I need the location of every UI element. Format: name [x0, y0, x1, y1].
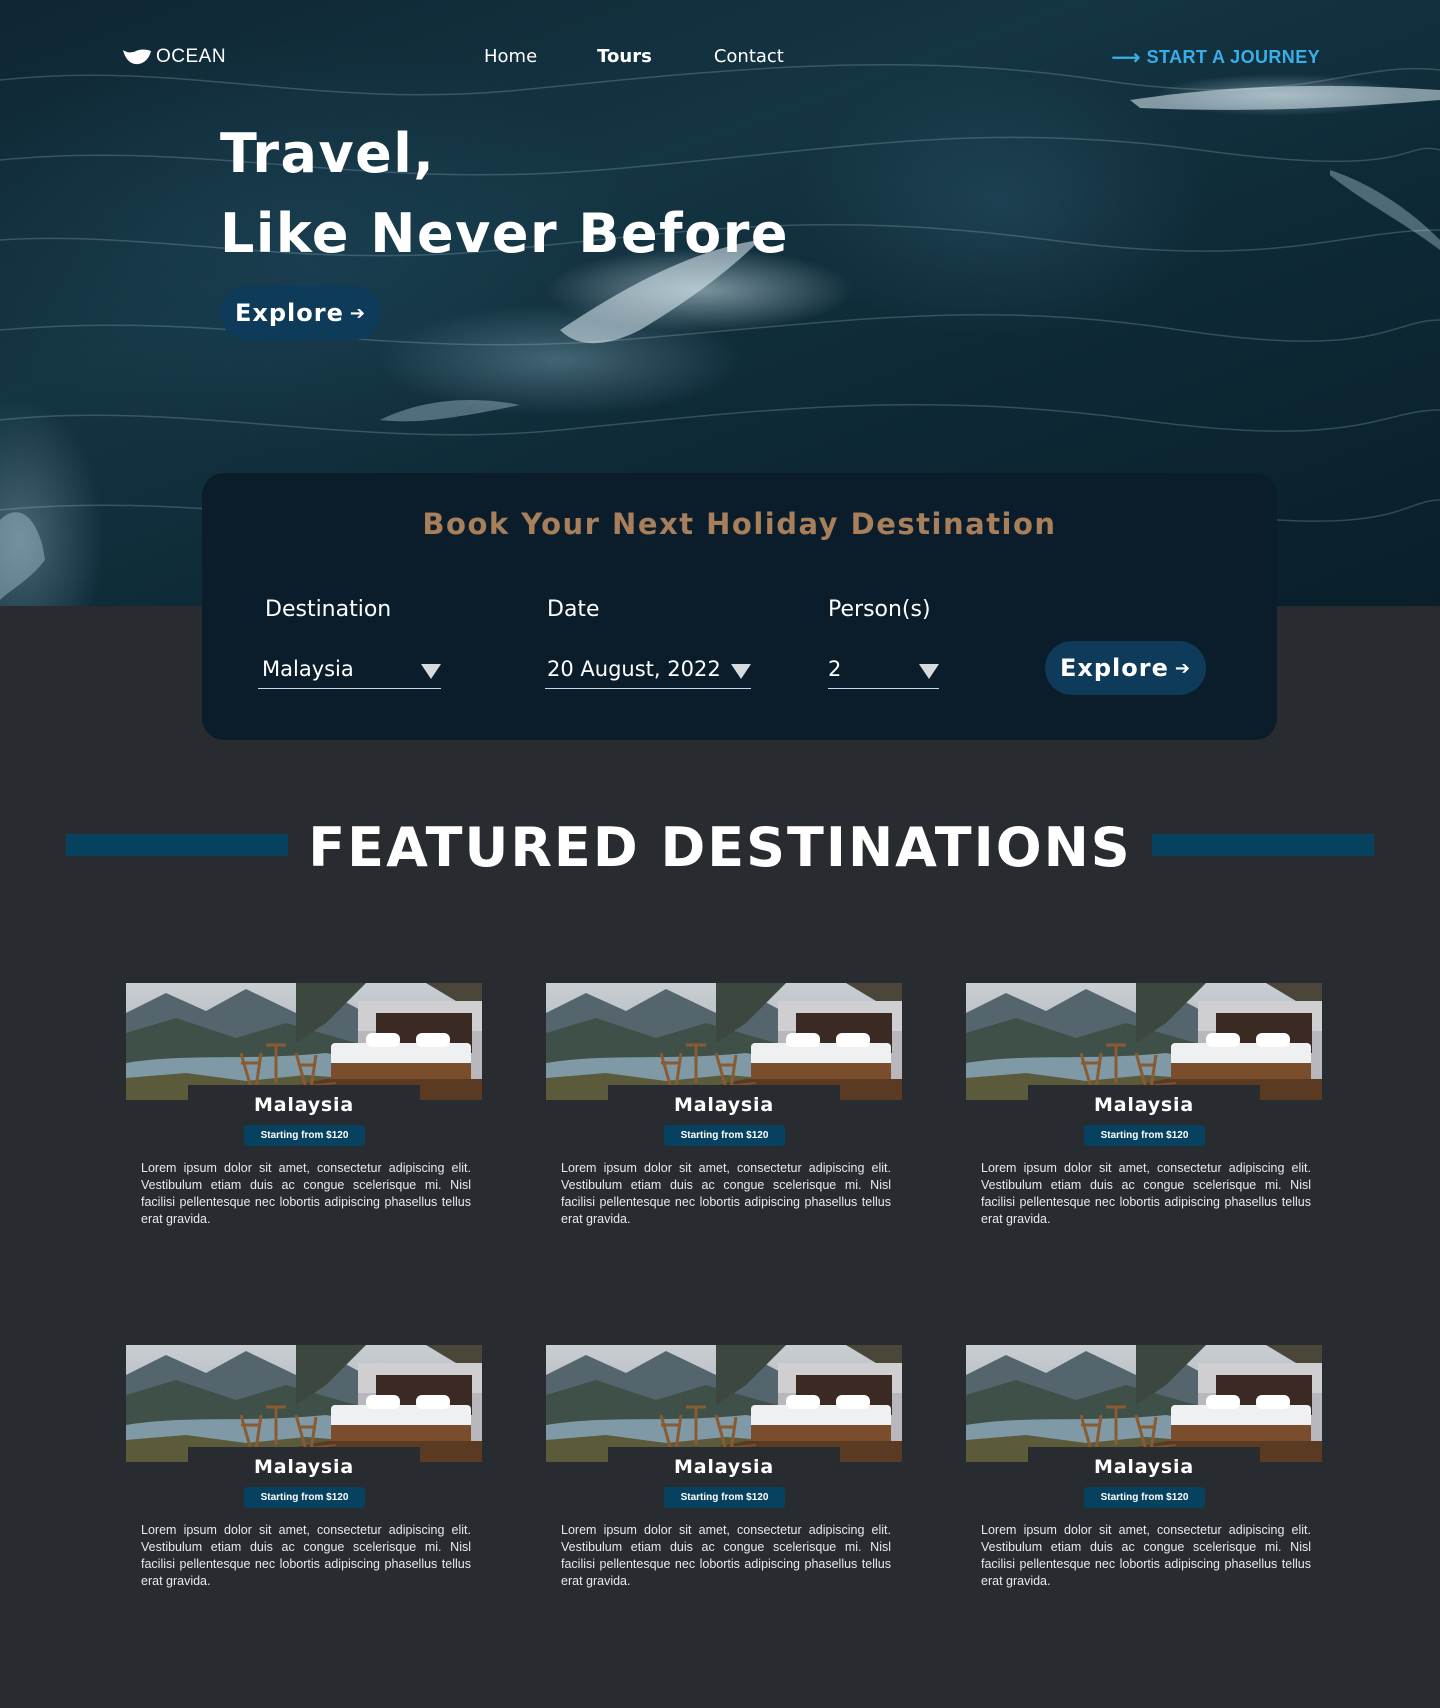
hero-explore-button[interactable]: Explore ➔ — [220, 286, 381, 340]
featured-right-bar — [1152, 834, 1374, 856]
top-navigation: OCEAN Home Tours Contact ⟶ START A JOURN… — [0, 0, 1440, 116]
nav-link-contact[interactable]: Contact — [714, 46, 784, 67]
persons-value: 2 — [828, 657, 842, 681]
card-image — [546, 1345, 902, 1462]
persons-label: Person(s) — [828, 597, 931, 622]
price-badge: Starting from $120 — [664, 1487, 785, 1508]
price-badge: Starting from $120 — [244, 1125, 365, 1146]
card-description: Lorem ipsum dolor sit amet, consectetur … — [561, 1523, 891, 1588]
hero-title: Travel, Like Never Before — [220, 114, 789, 274]
card-image — [546, 983, 902, 1100]
card-name: Malaysia — [674, 1456, 774, 1478]
destination-card[interactable]: Malaysia Starting from $120 Lorem ipsum … — [126, 1345, 482, 1605]
destination-card[interactable]: Malaysia Starting from $120 Lorem ipsum … — [126, 983, 482, 1243]
card-name: Malaysia — [254, 1094, 354, 1116]
start-journey-label: START A JOURNEY — [1146, 47, 1320, 67]
booking-form: Book Your Next Holiday Destination Desti… — [202, 473, 1277, 740]
booking-explore-label: Explore — [1060, 654, 1169, 682]
card-description: Lorem ipsum dolor sit amet, consectetur … — [561, 1161, 891, 1226]
start-journey-link[interactable]: ⟶ START A JOURNEY — [1112, 47, 1320, 68]
destination-card[interactable]: Malaysia Starting from $120 Lorem ipsum … — [546, 983, 902, 1243]
date-select[interactable]: 20 August, 2022 — [545, 655, 751, 689]
caret-down-icon — [421, 664, 441, 679]
card-description: Lorem ipsum dolor sit amet, consectetur … — [981, 1161, 1311, 1226]
price-badge: Starting from $120 — [244, 1487, 365, 1508]
card-image — [126, 983, 482, 1100]
destination-card[interactable]: Malaysia Starting from $120 Lorem ipsum … — [546, 1345, 902, 1605]
destination-card[interactable]: Malaysia Starting from $120 Lorem ipsum … — [966, 983, 1322, 1243]
hero-title-line2: Like Never Before — [220, 202, 790, 265]
nav-link-tours[interactable]: Tours — [597, 46, 652, 67]
caret-down-icon — [919, 664, 939, 679]
card-name: Malaysia — [1094, 1094, 1194, 1116]
arrow-right-icon: ⟶ — [1111, 46, 1141, 69]
card-description: Lorem ipsum dolor sit amet, consectetur … — [141, 1161, 471, 1226]
price-badge: Starting from $120 — [1084, 1487, 1205, 1508]
card-description: Lorem ipsum dolor sit amet, consectetur … — [141, 1523, 471, 1588]
date-value: 20 August, 2022 — [547, 657, 721, 681]
wave-logo-icon — [123, 49, 151, 65]
persons-select[interactable]: 2 — [828, 655, 939, 689]
logo-text: OCEAN — [156, 46, 227, 67]
hero-title-line1: Travel, — [220, 122, 436, 185]
arrow-right-icon: ➔ — [1174, 657, 1191, 679]
price-badge: Starting from $120 — [1084, 1125, 1205, 1146]
nav-link-home[interactable]: Home — [484, 46, 537, 67]
caret-down-icon — [731, 664, 751, 679]
card-image — [966, 1345, 1322, 1462]
destination-value: Malaysia — [262, 657, 354, 681]
price-badge: Starting from $120 — [664, 1125, 785, 1146]
destination-label: Destination — [265, 597, 392, 622]
nav-links: Home Tours Contact — [484, 46, 784, 67]
hero-explore-label: Explore — [235, 299, 344, 327]
card-image — [126, 1345, 482, 1462]
card-description: Lorem ipsum dolor sit amet, consectetur … — [981, 1523, 1311, 1588]
card-name: Malaysia — [674, 1094, 774, 1116]
destination-card[interactable]: Malaysia Starting from $120 Lorem ipsum … — [966, 1345, 1322, 1605]
card-name: Malaysia — [1094, 1456, 1194, 1478]
booking-title: Book Your Next Holiday Destination — [422, 507, 1057, 541]
card-name: Malaysia — [254, 1456, 354, 1478]
logo[interactable]: OCEAN — [122, 46, 226, 68]
destination-select[interactable]: Malaysia — [258, 655, 441, 689]
booking-explore-button[interactable]: Explore ➔ — [1045, 641, 1206, 695]
card-image — [966, 983, 1322, 1100]
date-label: Date — [547, 597, 600, 622]
arrow-right-icon: ➔ — [349, 302, 366, 324]
